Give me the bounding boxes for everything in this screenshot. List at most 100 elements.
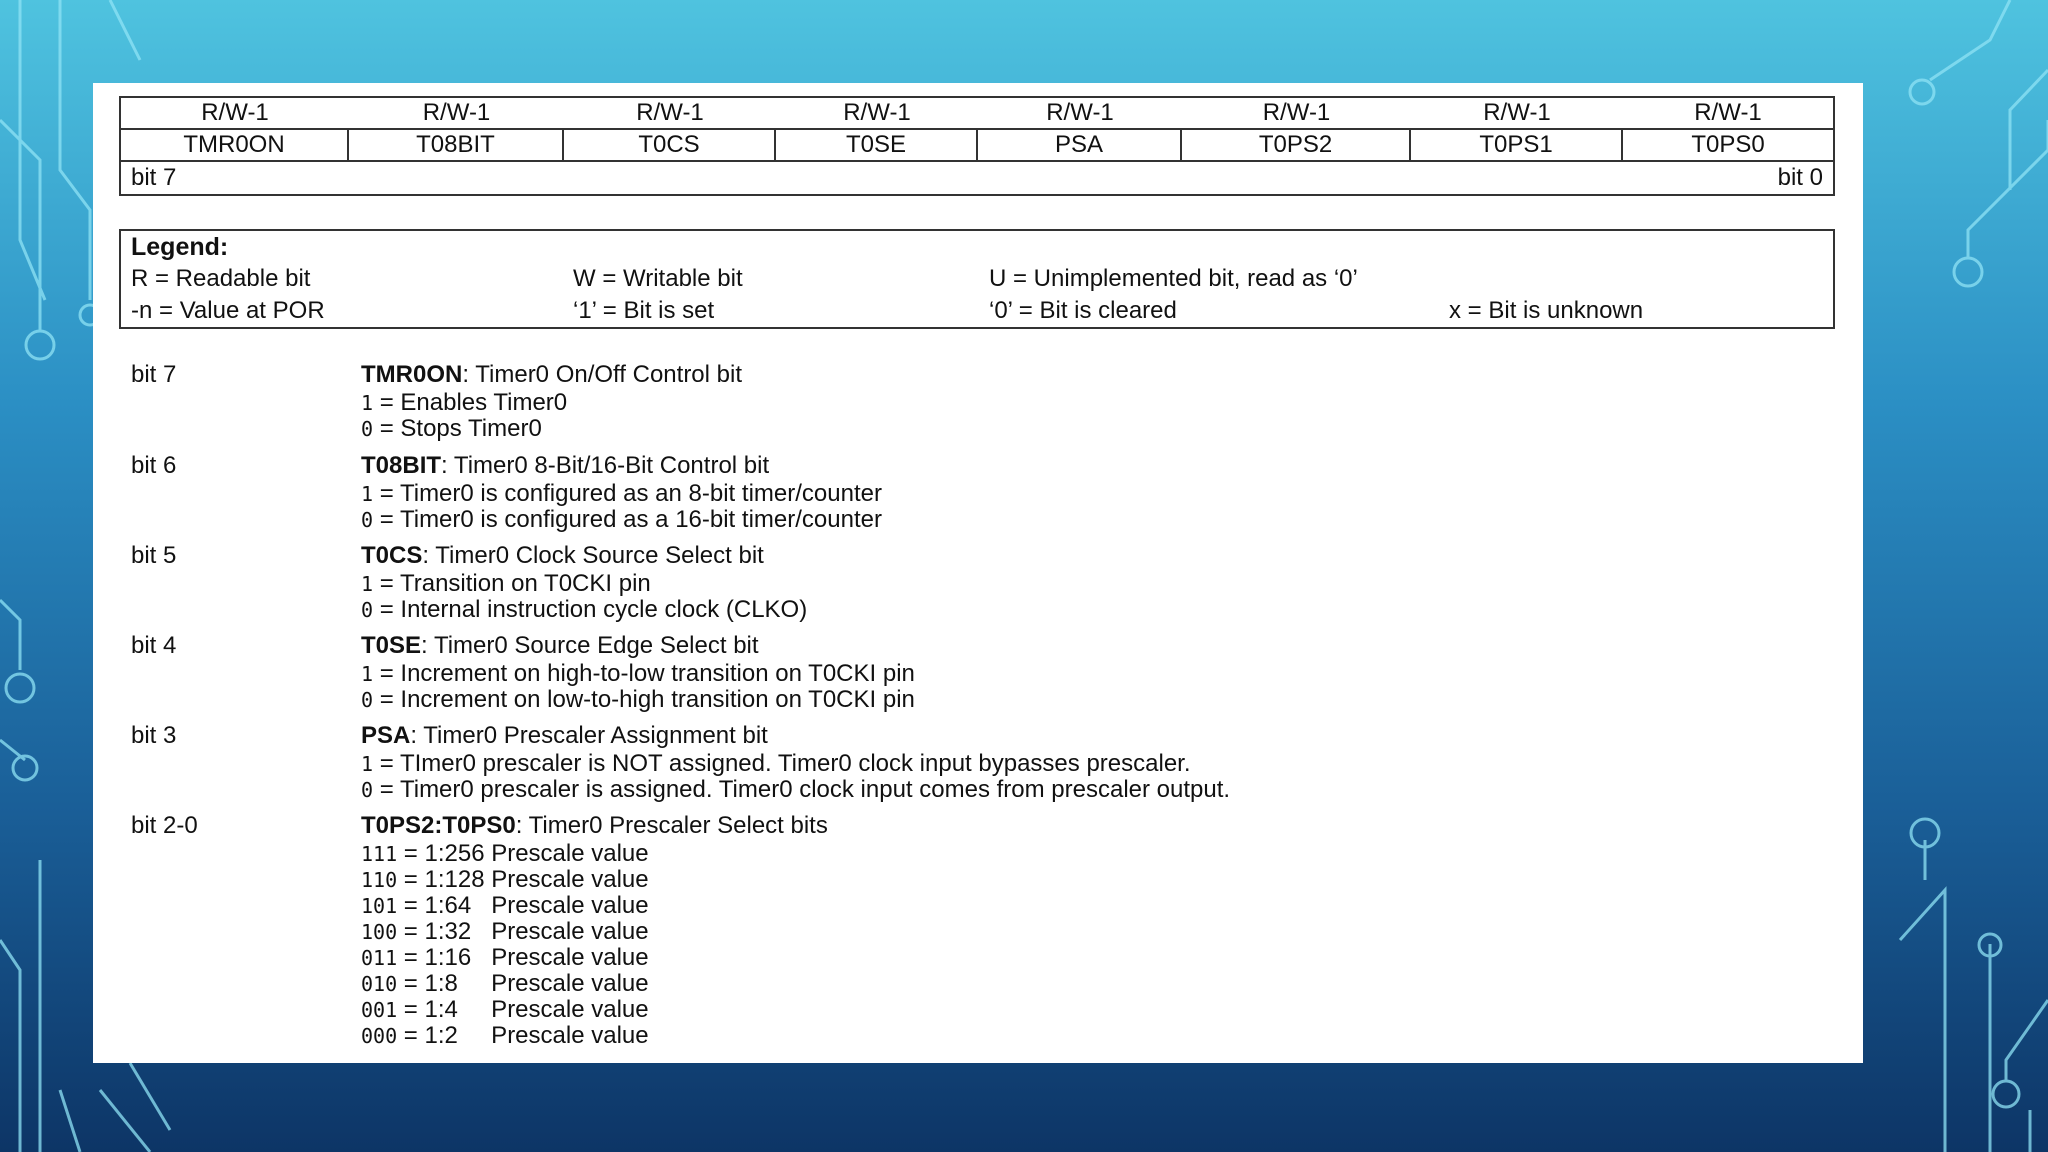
access-cell: R/W-1 bbox=[1411, 98, 1623, 130]
bit-name-cell: T08BIT bbox=[349, 130, 564, 162]
bit-name-cell: T0PS1 bbox=[1411, 130, 1623, 162]
bit-value: 010 = 1:8 Prescale value bbox=[361, 970, 649, 998]
bit-value-text: = Increment on low-to-high transition on… bbox=[373, 686, 915, 713]
bit-value-code: 0 bbox=[361, 778, 374, 802]
bit-heading-desc: Timer0 Prescaler Select bits bbox=[522, 812, 828, 839]
bit-value-text: = 1:4 Prescale value bbox=[397, 996, 649, 1023]
bit-name-cell: TMR0ON bbox=[121, 130, 349, 162]
bit-value-text: = 1:256 Prescale value bbox=[397, 840, 649, 867]
bit-value-code: 0 bbox=[361, 508, 374, 532]
bit-label: bit 4 bbox=[131, 632, 177, 659]
bit-heading: TMR0ON: Timer0 On/Off Control bit bbox=[361, 361, 742, 389]
bit-value-code: 010 bbox=[361, 972, 398, 996]
legend-readable: R = Readable bit bbox=[131, 265, 311, 292]
bit-value-code: 1 bbox=[361, 662, 374, 686]
bit-heading: T0SE: Timer0 Source Edge Select bit bbox=[361, 632, 759, 660]
bit-value: 111 = 1:256 Prescale value bbox=[361, 840, 649, 868]
bit-value-text: = 1:64 Prescale value bbox=[397, 892, 649, 919]
bit-value: 011 = 1:16 Prescale value bbox=[361, 944, 649, 972]
bit-value-text: = Transition on T0CKI pin bbox=[373, 570, 651, 597]
bit-value-code: 001 bbox=[361, 998, 398, 1022]
access-cell: R/W-1 bbox=[349, 98, 564, 130]
bit-value-text: = Enables Timer0 bbox=[373, 389, 568, 416]
bit-heading: T0PS2:T0PS0: Timer0 Prescaler Select bit… bbox=[361, 812, 828, 840]
bit-heading: PSA: Timer0 Prescaler Assignment bit bbox=[361, 722, 768, 750]
bit-heading-name: T0SE bbox=[361, 632, 422, 659]
legend-por: -n = Value at POR bbox=[131, 297, 325, 324]
bit-label: bit 3 bbox=[131, 722, 177, 749]
access-cell: R/W-1 bbox=[776, 98, 978, 130]
bit-value: 0 = Internal instruction cycle clock (CL… bbox=[361, 596, 807, 624]
bit-label: bit 2-0 bbox=[131, 812, 198, 839]
bit-value-text: = Stops Timer0 bbox=[373, 415, 542, 442]
bit-value: 1 = TImer0 prescaler is NOT assigned. Ti… bbox=[361, 750, 1191, 778]
register-diagram: R/W-1 R/W-1 R/W-1 R/W-1 R/W-1 R/W-1 R/W-… bbox=[119, 96, 1835, 196]
msb-label: bit 7 bbox=[131, 164, 177, 191]
legend-bit-unknown: x = Bit is unknown bbox=[1449, 297, 1644, 324]
bit-name-cell: T0PS2 bbox=[1182, 130, 1411, 162]
access-cell: R/W-1 bbox=[978, 98, 1182, 130]
access-cell: R/W-1 bbox=[1623, 98, 1833, 130]
bit-value-code: 0 bbox=[361, 598, 374, 622]
bit-value-text: = Timer0 is configured as a 16-bit timer… bbox=[373, 506, 882, 533]
bit-value: 0 = Increment on low-to-high transition … bbox=[361, 686, 915, 714]
bit-value-text: = TImer0 prescaler is NOT assigned. Time… bbox=[373, 750, 1191, 777]
bit-value-text: = Internal instruction cycle clock (CLKO… bbox=[373, 596, 808, 623]
bit-value-code: 101 bbox=[361, 894, 398, 918]
bit-heading-name: TMR0ON bbox=[361, 361, 463, 388]
bit-value-text: = Timer0 prescaler is assigned. Timer0 c… bbox=[373, 776, 1231, 803]
bit-value-code: 011 bbox=[361, 946, 398, 970]
bit-value: 1 = Timer0 is configured as an 8-bit tim… bbox=[361, 480, 882, 508]
bit-value-text: = 1:128 Prescale value bbox=[397, 866, 649, 893]
bit-value-text: = 1:2 Prescale value bbox=[397, 1022, 649, 1049]
bit-heading-desc: Timer0 Source Edge Select bit bbox=[427, 632, 759, 659]
bit-heading-desc: Timer0 On/Off Control bit bbox=[469, 361, 743, 388]
legend-box: Legend: R = Readable bit W = Writable bi… bbox=[119, 229, 1835, 329]
bit-value-code: 0 bbox=[361, 417, 374, 441]
legend-bit-cleared: ‘0’ = Bit is cleared bbox=[989, 297, 1177, 324]
bit-value: 0 = Timer0 is configured as a 16-bit tim… bbox=[361, 506, 882, 534]
bit-value-text: = Increment on high-to-low transition on… bbox=[373, 660, 915, 687]
bit-value: 100 = 1:32 Prescale value bbox=[361, 918, 649, 946]
bit-value: 001 = 1:4 Prescale value bbox=[361, 996, 649, 1024]
bit-value-code: 000 bbox=[361, 1024, 398, 1048]
bit-heading-sep: : bbox=[462, 361, 470, 388]
bit-name-cell: T0SE bbox=[776, 130, 978, 162]
bit-value-code: 0 bbox=[361, 688, 374, 712]
bit-heading: T08BIT: Timer0 8-Bit/16-Bit Control bit bbox=[361, 452, 769, 480]
bit-value-text: = Timer0 is configured as an 8-bit timer… bbox=[373, 480, 882, 507]
bit-name-cell: PSA bbox=[978, 130, 1182, 162]
bit-heading-name: T0CS bbox=[361, 542, 423, 569]
bit-value: 000 = 1:2 Prescale value bbox=[361, 1022, 649, 1050]
bit-name-cell: T0PS0 bbox=[1623, 130, 1833, 162]
access-cell: R/W-1 bbox=[564, 98, 776, 130]
bit-heading-desc: Timer0 Prescaler Assignment bit bbox=[417, 722, 768, 749]
bit-label: bit 7 bbox=[131, 361, 177, 388]
bit-value-code: 1 bbox=[361, 572, 374, 596]
bit-position-row: bit 7 bit 0 bbox=[121, 162, 1833, 194]
bit-value-code: 100 bbox=[361, 920, 398, 944]
bit-value-text: = 1:8 Prescale value bbox=[397, 970, 649, 997]
document-panel: R/W-1 R/W-1 R/W-1 R/W-1 R/W-1 R/W-1 R/W-… bbox=[93, 83, 1863, 1063]
bit-value: 1 = Increment on high-to-low transition … bbox=[361, 660, 915, 688]
access-cell: R/W-1 bbox=[121, 98, 349, 130]
bit-heading: T0CS: Timer0 Clock Source Select bit bbox=[361, 542, 764, 570]
legend-writable: W = Writable bit bbox=[573, 265, 743, 292]
bit-value: 101 = 1:64 Prescale value bbox=[361, 892, 649, 920]
bit-value-code: 1 bbox=[361, 752, 374, 776]
legend-unimplemented: U = Unimplemented bit, read as ‘0’ bbox=[989, 265, 1358, 292]
bit-value-text: = 1:16 Prescale value bbox=[397, 944, 649, 971]
access-cell: R/W-1 bbox=[1182, 98, 1411, 130]
bit-value: 1 = Transition on T0CKI pin bbox=[361, 570, 651, 598]
bit-label: bit 5 bbox=[131, 542, 177, 569]
bit-label: bit 6 bbox=[131, 452, 177, 479]
bit-value: 110 = 1:128 Prescale value bbox=[361, 866, 649, 894]
bit-value-code: 1 bbox=[361, 391, 374, 415]
bit-heading-name: PSA bbox=[361, 722, 411, 749]
bit-heading-name: T0PS2:T0PS0 bbox=[361, 812, 516, 839]
bit-heading-name: T08BIT bbox=[361, 452, 442, 479]
legend-bit-set: ‘1’ = Bit is set bbox=[573, 297, 715, 324]
access-row: R/W-1 R/W-1 R/W-1 R/W-1 R/W-1 R/W-1 R/W-… bbox=[121, 98, 1833, 130]
bit-names-row: TMR0ON T08BIT T0CS T0SE PSA T0PS2 T0PS1 … bbox=[121, 130, 1833, 162]
bit-value-code: 110 bbox=[361, 868, 398, 892]
